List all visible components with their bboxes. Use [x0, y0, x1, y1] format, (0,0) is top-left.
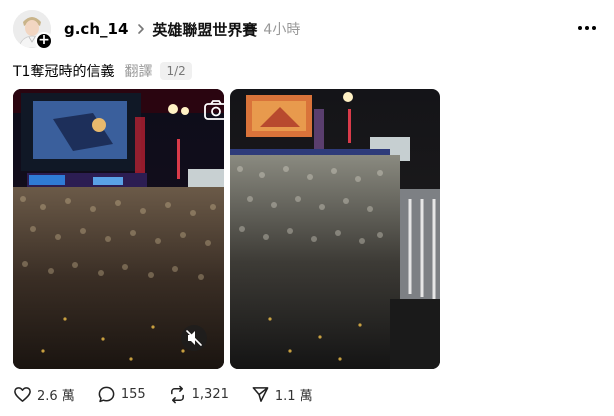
comment-icon: [98, 386, 115, 402]
page-indicator: 1/2: [160, 62, 192, 80]
username[interactable]: g.ch_14: [64, 20, 128, 38]
camera-icon: [204, 100, 224, 120]
comment-button[interactable]: 155: [97, 385, 146, 404]
share-button[interactable]: 1.1 萬: [251, 385, 313, 404]
like-button[interactable]: 2.6 萬: [13, 385, 75, 404]
translate-button[interactable]: 翻譯: [124, 61, 152, 81]
post-actions: 2.6 萬 155 1,321 1.1 萬: [13, 384, 335, 404]
post-header: g.ch_14 英雄聯盟世界賽 4小時: [64, 17, 300, 41]
post-video-2[interactable]: [230, 89, 440, 369]
share-count: 1.1 萬: [274, 388, 313, 404]
concert-crowd-image: [230, 89, 440, 369]
post-time: 4小時: [263, 22, 301, 38]
post-text-row: T1奪冠時的信義 翻譯 1/2: [13, 60, 192, 82]
comment-count: 155: [120, 386, 146, 402]
avatar-container[interactable]: +: [13, 10, 53, 50]
follow-plus-icon[interactable]: +: [35, 32, 53, 50]
repost-count: 1,321: [191, 386, 229, 402]
like-count: 2.6 萬: [37, 388, 75, 404]
topic-tag[interactable]: 英雄聯盟世界賽: [152, 19, 257, 40]
muted-speaker-icon[interactable]: [181, 325, 207, 351]
chevron-right-icon: [138, 24, 145, 34]
repost-icon: [170, 385, 184, 403]
send-icon: [252, 386, 269, 402]
more-options-icon[interactable]: [578, 21, 602, 35]
heart-icon: [14, 386, 31, 402]
post-text: T1奪冠時的信義: [13, 64, 115, 80]
repost-button[interactable]: 1,321: [168, 385, 229, 404]
